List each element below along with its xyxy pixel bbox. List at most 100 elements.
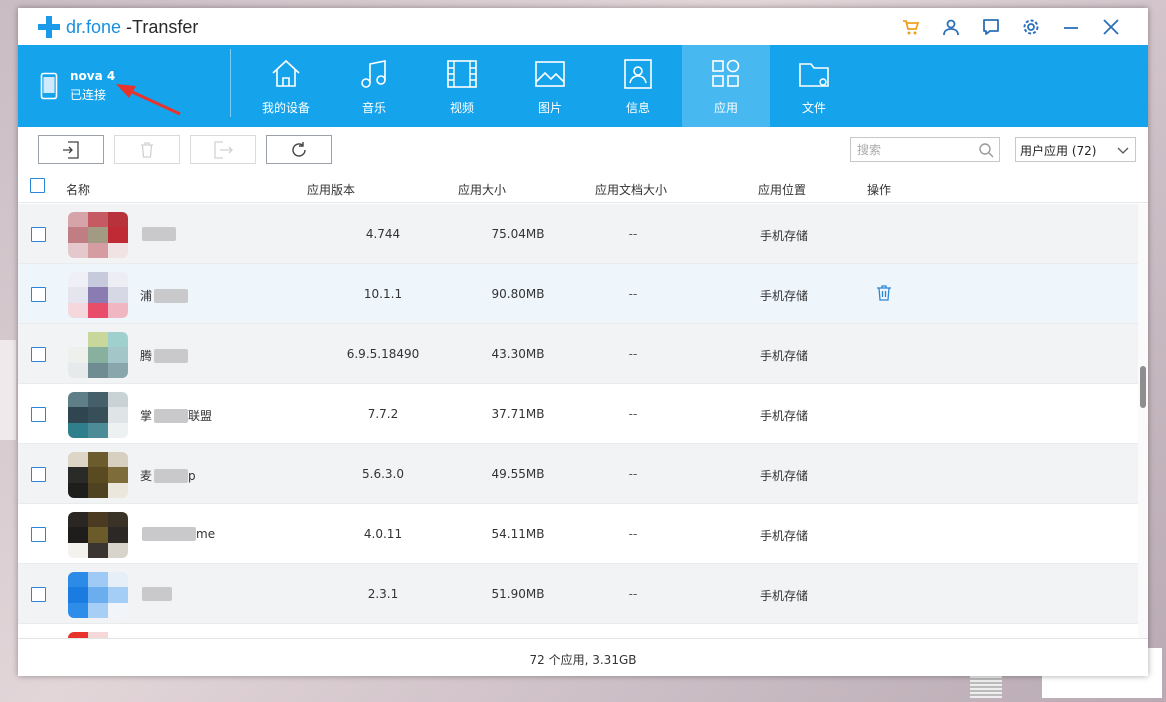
row-checkbox[interactable] (31, 347, 46, 362)
app-icon (68, 212, 128, 258)
apps-icon (712, 59, 740, 87)
app-icon (68, 392, 128, 438)
app-doc-size: -- (628, 227, 638, 241)
column-location[interactable]: 应用位置 (758, 181, 806, 198)
tab-messages[interactable]: 信息 (594, 45, 682, 127)
cart-icon[interactable] (900, 16, 922, 38)
gear-icon[interactable] (1020, 16, 1042, 38)
table-row[interactable]: 腾 6.9.5.18490 43.30MB -- 手机存储 (18, 324, 1138, 384)
app-brand: dr.fone (66, 16, 122, 37)
app-location: 手机存储 (759, 529, 808, 543)
blurred-text (154, 468, 189, 483)
app-name-text: 联盟 (188, 409, 213, 423)
app-name-text: 浦 (140, 289, 153, 303)
close-icon[interactable] (1100, 16, 1122, 38)
blurred-text (142, 527, 196, 541)
app-title-suffix: -Transfer (121, 16, 199, 37)
tab-label: 信息 (625, 101, 650, 115)
column-version[interactable]: 应用版本 (307, 181, 355, 198)
device-info[interactable]: nova 4 已连接 (40, 69, 115, 103)
app-type-select[interactable]: 用户应用 (72) (1015, 137, 1136, 162)
tab-photos[interactable]: 图片 (506, 45, 594, 127)
tab-music[interactable]: 音乐 (330, 45, 418, 127)
blurred-text (142, 227, 176, 241)
refresh-icon (292, 141, 306, 157)
scrollbar-thumb[interactable] (1140, 366, 1146, 408)
scrollbar-track[interactable] (1138, 204, 1148, 638)
chevron-down-icon (1117, 147, 1129, 154)
feedback-icon[interactable] (980, 16, 1002, 38)
row-checkbox[interactable] (31, 227, 46, 242)
tab-label: 视频 (449, 101, 474, 115)
tab-label: 音乐 (361, 101, 386, 115)
table-row[interactable]: 麦p 5.6.3.0 49.55MB -- 手机存储 (18, 444, 1138, 504)
app-name (140, 587, 172, 601)
tab-label: 应用 (713, 101, 738, 115)
app-location: 手机存储 (759, 409, 808, 423)
minimize-icon[interactable] (1060, 16, 1082, 38)
row-checkbox[interactable] (31, 407, 46, 422)
tab-apps[interactable]: 应用 (682, 45, 770, 127)
table-row[interactable]: 4.744 75.04MB -- 手机存储 (18, 204, 1138, 264)
table-row[interactable]: me 4.0.11 54.11MB -- 手机存储 (18, 504, 1138, 564)
column-doc-size[interactable]: 应用文档大小 (595, 181, 667, 198)
plus-logo-icon (38, 16, 60, 38)
app-name: 腾 (140, 347, 189, 364)
row-checkbox[interactable] (31, 527, 46, 542)
row-checkbox[interactable] (31, 587, 46, 602)
app-name: 掌 联盟 (140, 407, 212, 424)
export-button[interactable] (190, 135, 256, 164)
tab-label: 我的设备 (261, 101, 310, 115)
app-name-text: 腾 (140, 349, 153, 363)
app-icon (68, 452, 128, 498)
app-name: me (140, 527, 215, 541)
device-status: 已连接 (70, 88, 107, 102)
app-location: 手机存储 (759, 589, 808, 603)
column-name[interactable]: 名称 (66, 181, 90, 198)
desktop-background-fragment (0, 340, 16, 440)
import-icon (63, 140, 79, 159)
tab-video[interactable]: 视频 (418, 45, 506, 127)
app-doc-size: -- (628, 347, 638, 361)
refresh-button[interactable] (266, 135, 332, 164)
import-button[interactable] (38, 135, 104, 164)
tab-files[interactable]: 文件 (770, 45, 858, 127)
select-all-checkbox[interactable] (30, 178, 45, 193)
table-row[interactable] (18, 624, 1138, 638)
delete-button[interactable] (114, 135, 180, 164)
search-input[interactable] (851, 138, 971, 161)
user-icon[interactable] (940, 16, 962, 38)
app-type-select-value: 用户应用 (72) (1020, 144, 1097, 158)
column-size[interactable]: 应用大小 (458, 181, 506, 198)
app-table: 4.744 75.04MB -- 手机存储 浦 10.1.1 90.80MB -… (18, 204, 1138, 638)
tab-my-device[interactable]: 我的设备 (242, 45, 330, 127)
title-bar: dr.fone -Transfer (18, 8, 1148, 45)
table-row[interactable]: 浦 10.1.1 90.80MB -- 手机存储 (18, 264, 1138, 324)
desktop-file-icon[interactable] (970, 674, 1002, 698)
app-name-text: p (188, 468, 196, 483)
app-name (140, 227, 176, 241)
device-name: nova 4 (70, 69, 116, 83)
table-row[interactable]: 掌联盟 7.7.2 37.71MB -- 手机存储 (18, 384, 1138, 444)
header-divider (230, 49, 231, 117)
search-icon[interactable] (978, 142, 994, 158)
table-header: 名称 应用版本 应用大小 应用文档大小 应用位置 操作 (18, 173, 1148, 203)
table-row[interactable]: 2.3.1 51.90MB -- 手机存储 (18, 564, 1138, 624)
app-summary: 72 个应用, 3.31GB (529, 653, 637, 667)
app-doc-size: -- (628, 587, 638, 601)
app-doc-size: -- (628, 287, 638, 301)
video-icon (447, 60, 477, 88)
app-name-text: 掌 (140, 409, 153, 423)
app-doc-size: -- (628, 527, 638, 541)
column-action: 操作 (867, 183, 892, 197)
row-checkbox[interactable] (31, 287, 46, 302)
app-name-text: 麦 (140, 469, 153, 483)
app-location: 手机存储 (759, 229, 808, 243)
tab-label: 图片 (537, 101, 562, 115)
toolbar: 用户应用 (72) (18, 127, 1148, 173)
row-checkbox[interactable] (31, 467, 46, 482)
uninstall-trash-icon[interactable] (875, 284, 893, 302)
app-name-text: me (196, 527, 216, 541)
app-icon (68, 572, 128, 618)
home-icon (272, 59, 300, 87)
